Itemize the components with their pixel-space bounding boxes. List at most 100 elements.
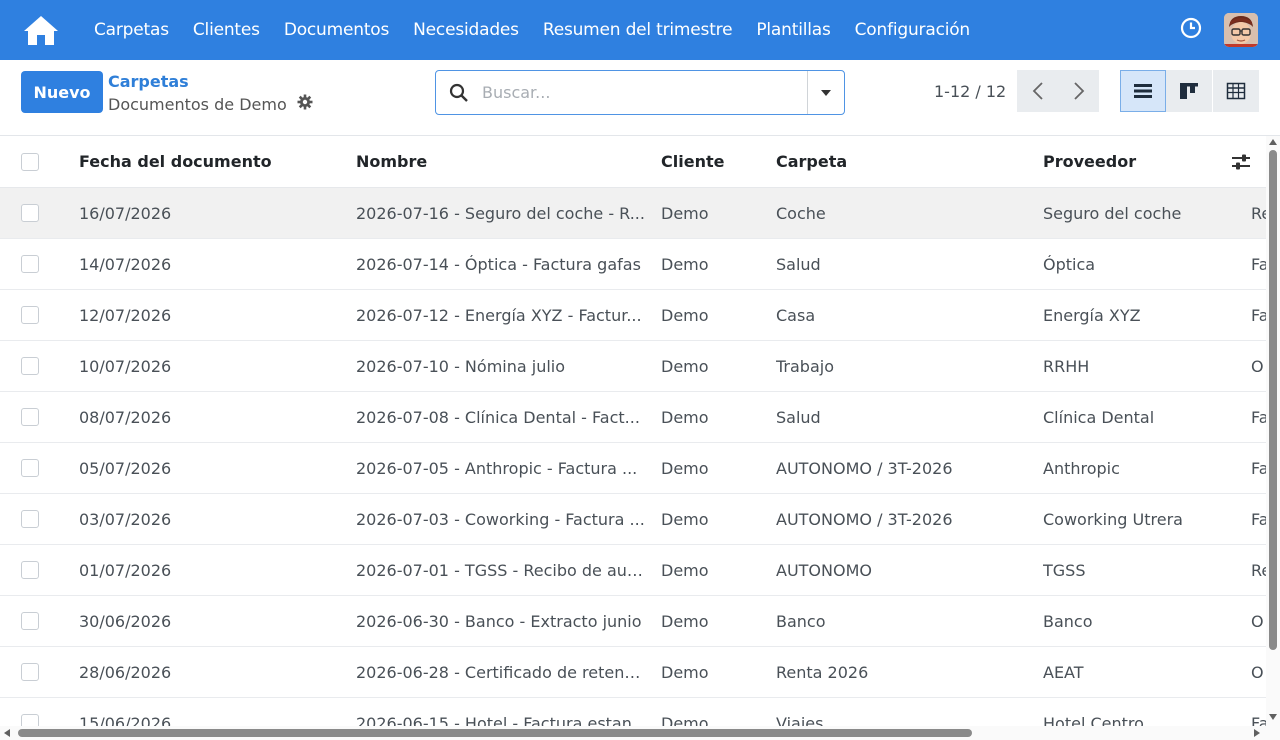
table-row[interactable]: 03/07/2026 2026-07-03 - Coworking - Fact… [0,494,1266,545]
row-checkbox[interactable] [21,663,39,681]
control-panel: Nuevo Carpetas Documentos de Demo Buscar… [0,60,1280,136]
row-checkbox[interactable] [21,408,39,426]
vertical-scroll-thumb[interactable] [1269,150,1277,650]
select-all-checkbox[interactable] [21,152,39,171]
table-row[interactable]: 16/07/2026 2026-07-16 - Seguro del coche… [0,188,1266,239]
row-checkbox[interactable] [21,357,39,375]
menu-item-clientes[interactable]: Clientes [181,0,272,60]
header-carpeta[interactable]: Carpeta [776,152,1026,171]
kanban-view-button[interactable] [1166,70,1212,112]
horizontal-scrollbar[interactable] [0,726,1280,740]
search-options-toggle[interactable] [807,71,844,114]
table-row[interactable]: 08/07/2026 2026-07-08 - Clínica Dental -… [0,392,1266,443]
column-settings-icon[interactable] [1231,153,1251,175]
cell-proveedor: Coworking Utrera [1043,509,1183,529]
row-checkbox[interactable] [21,714,39,726]
scroll-up-arrow-icon[interactable] [1269,139,1277,145]
row-checkbox[interactable] [21,459,39,477]
cell-cliente: Demo [661,407,709,427]
cell-cliente: Demo [661,509,709,529]
home-icon[interactable] [0,0,82,60]
table-row[interactable]: 01/07/2026 2026-07-01 - TGSS - Recibo de… [0,545,1266,596]
row-checkbox[interactable] [21,306,39,324]
cell-truncated: Re [1251,560,1266,580]
user-avatar[interactable] [1224,13,1258,47]
pager-previous-button[interactable] [1017,70,1058,112]
menu-item-resumen-trimestre[interactable]: Resumen del trimestre [531,0,745,60]
row-checkbox[interactable] [21,255,39,273]
kanban-icon [1180,83,1198,99]
cell-nombre: 2026-07-01 - TGSS - Recibo de aut... [356,560,648,580]
menu-item-plantillas[interactable]: Plantillas [744,0,842,60]
breadcrumb-parent-link[interactable]: Carpetas [108,72,189,91]
cell-truncated: Fa [1251,407,1266,427]
header-nombre[interactable]: Nombre [356,152,648,171]
horizontal-scroll-thumb[interactable] [18,729,972,737]
table-row[interactable]: 05/07/2026 2026-07-05 - Anthropic - Fact… [0,443,1266,494]
vertical-scrollbar[interactable] [1266,136,1280,726]
cell-fecha: 14/07/2026 [79,254,172,274]
row-checkbox[interactable] [21,561,39,579]
scroll-left-arrow-icon[interactable] [4,729,10,737]
cell-fecha: 30/06/2026 [79,611,172,631]
top-navbar: Carpetas Clientes Documentos Necesidades… [0,0,1280,60]
new-button[interactable]: Nuevo [21,71,103,113]
cell-truncated: Fa [1251,713,1266,727]
table-row[interactable]: 30/06/2026 2026-06-30 - Banco - Extracto… [0,596,1266,647]
table-row[interactable]: 28/06/2026 2026-06-28 - Certificado de r… [0,647,1266,698]
table-row[interactable]: 12/07/2026 2026-07-12 - Energía XYZ - Fa… [0,290,1266,341]
cell-carpeta: Salud [776,407,821,427]
menu-item-configuracion[interactable]: Configuración [843,0,982,60]
row-checkbox[interactable] [21,204,39,222]
table-row[interactable]: 15/06/2026 2026-06-15 - Hotel - Factura … [0,698,1266,726]
list-icon [1134,84,1152,98]
menu-item-carpetas[interactable]: Carpetas [82,0,181,60]
pager-next-button[interactable] [1058,70,1099,112]
menu-item-necesidades[interactable]: Necesidades [401,0,531,60]
breadcrumb-current: Documentos de Demo [108,94,313,114]
menu-item-documentos[interactable]: Documentos [272,0,401,60]
table-row[interactable]: 10/07/2026 2026-07-10 - Nómina julio Dem… [0,341,1266,392]
cell-fecha: 03/07/2026 [79,509,172,529]
cell-proveedor: Energía XYZ [1043,305,1141,325]
table-row[interactable]: 14/07/2026 2026-07-14 - Óptica - Factura… [0,239,1266,290]
cell-truncated: Fa [1251,458,1266,478]
cell-carpeta: Casa [776,305,816,325]
cell-carpeta: Renta 2026 [776,662,869,682]
chevron-left-icon [1032,82,1043,100]
clock-icon[interactable] [1180,17,1202,43]
grid-view-button[interactable] [1213,70,1259,112]
cell-carpeta: Salud [776,254,821,274]
caret-down-icon [821,89,831,96]
cell-fecha: 28/06/2026 [79,662,172,682]
scroll-right-arrow-icon[interactable] [1254,729,1260,737]
search-input[interactable] [482,72,807,113]
cell-cliente: Demo [661,305,709,325]
pager-value[interactable]: 1-12 / 12 [934,82,1006,101]
cell-cliente: Demo [661,458,709,478]
cell-fecha: 16/07/2026 [79,203,172,223]
header-cliente[interactable]: Cliente [661,152,761,171]
cell-carpeta: Coche [776,203,826,223]
cell-proveedor: Hotel Centro [1043,713,1144,727]
scroll-down-arrow-icon[interactable] [1269,714,1277,720]
cell-cliente: Demo [661,560,709,580]
cell-nombre: 2026-06-30 - Banco - Extracto junio [356,611,642,631]
cell-proveedor: TGSS [1043,560,1086,580]
table-grid-icon [1226,82,1246,100]
cell-nombre: 2026-07-05 - Anthropic - Factura ... [356,458,638,478]
row-checkbox[interactable] [21,510,39,528]
list-view-button[interactable] [1120,70,1166,112]
header-proveedor[interactable]: Proveedor [1043,152,1233,171]
cell-fecha: 15/06/2026 [79,713,172,727]
gear-icon[interactable] [297,94,313,114]
row-checkbox[interactable] [21,612,39,630]
cell-proveedor: Anthropic [1043,458,1120,478]
cell-cliente: Demo [661,254,709,274]
cell-carpeta: AUTONOMO [776,560,872,580]
cell-truncated: O [1251,611,1264,631]
cell-nombre: 2026-07-03 - Coworking - Factura ... [356,509,645,529]
header-fecha[interactable]: Fecha del documento [79,152,339,171]
cell-proveedor: Banco [1043,611,1093,631]
cell-fecha: 08/07/2026 [79,407,172,427]
